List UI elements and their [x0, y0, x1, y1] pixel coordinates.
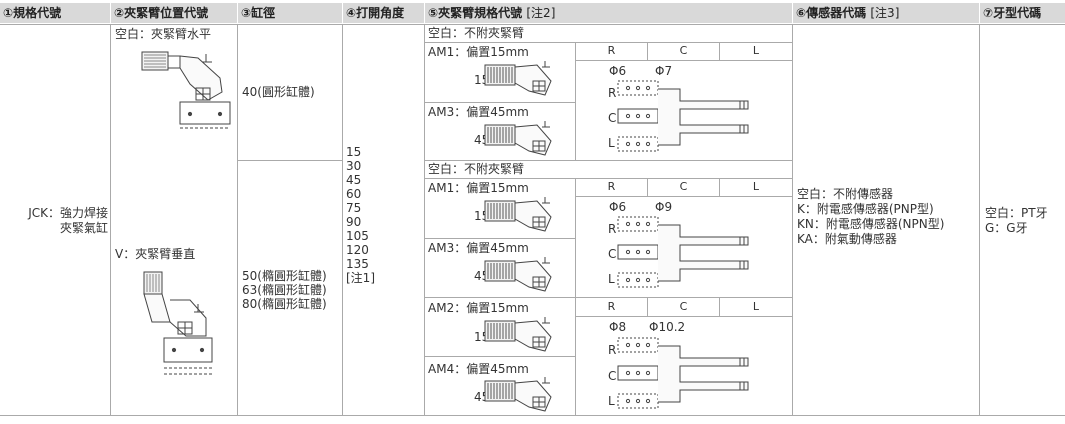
pos-r: R [608, 222, 617, 236]
arm-opt2-label: AM3：偏置45mm [428, 105, 529, 119]
col-r: R [607, 180, 616, 193]
arm-opt2-label: AM3：偏置45mm [428, 241, 529, 255]
header-spec-code: ①規格代號 [0, 3, 110, 23]
angle-120: 120 [346, 243, 369, 257]
bore-63: 63(橢圓形缸體) [242, 283, 327, 297]
angle-105: 105 [346, 229, 369, 243]
pos-l: L [608, 394, 615, 408]
header-arm-position: ②夾緊臂位置代號 [111, 3, 237, 23]
arm-section-3: AM2：偏置15mm AM4：偏置45mm 15 45 R C L Φ8 Φ10… [425, 298, 792, 415]
angle-75: 75 [346, 201, 362, 215]
col-c: C [679, 44, 688, 57]
sensor-kn: KN：附電感傳感器(NPN型) [797, 217, 945, 231]
arm-small-drawing-2 [484, 377, 552, 412]
arm-horizontal-label: 空白：夾緊臂水平 [115, 27, 212, 41]
angle-note: [注1] [346, 271, 375, 285]
arm-blank-label: 空白：不附夾緊臂 [428, 26, 525, 40]
bore-50: 50(橢圓形缸體) [242, 269, 327, 283]
angle-15: 15 [346, 145, 362, 159]
arm-opt2-label: AM4：偏置45mm [428, 362, 529, 376]
dim-2: Φ9 [655, 200, 673, 214]
vertical-clamp-drawing [143, 271, 213, 375]
fork-arm-drawing-1 [617, 80, 749, 152]
dim-2: Φ10.2 [649, 320, 686, 334]
arm-small-drawing-1 [484, 197, 552, 232]
dim-1: Φ6 [609, 64, 627, 78]
col-r: R [607, 300, 616, 313]
order-code-table: ①規格代號 ②夾緊臂位置代號 ③缸徑 ④打開角度 ⑤夾緊臂規格代號 [注2] ⑥… [0, 0, 1065, 424]
dim-1: Φ6 [609, 200, 627, 214]
pos-c: C [608, 369, 617, 383]
spec-code-line1: JCK：強力焊接 [28, 206, 108, 220]
col-l: L [752, 44, 760, 57]
thread-g: G：G牙 [985, 221, 1028, 235]
fork-arm-drawing-3 [617, 337, 749, 409]
angle-90: 90 [346, 215, 362, 229]
dim-1: Φ8 [609, 320, 627, 334]
arm-section-1: 空白：不附夾緊臂 AM1：偏置15mm AM3：偏置45mm 15 45 R C… [425, 25, 792, 160]
arm-opt1-label: AM2：偏置15mm [428, 301, 529, 315]
dim-2: Φ7 [655, 64, 673, 78]
angle-60: 60 [346, 187, 362, 201]
angle-30: 30 [346, 159, 362, 173]
col-l: L [752, 300, 760, 313]
spec-code-line2: 夾緊氣缸 [59, 221, 108, 235]
sensor-none: 空白：不附傳感器 [797, 187, 894, 201]
bore-80: 80(橢圓形缸體) [242, 297, 327, 311]
header-open-angle: ④打開角度 [343, 3, 424, 23]
sensor-k: K：附電感傳感器(PNP型) [797, 202, 934, 216]
header-arm-spec: ⑤夾緊臂規格代號 [注2] [425, 3, 792, 23]
pos-c: C [608, 247, 617, 261]
col-c: C [679, 180, 688, 193]
pos-l: L [608, 136, 615, 150]
col-r: R [607, 44, 616, 57]
sensor-ka: KA：附氣動傳感器 [797, 232, 897, 246]
arm-opt1-label: AM1：偏置15mm [428, 45, 529, 59]
arm-small-drawing-1 [484, 317, 552, 352]
arm-small-drawing-2 [484, 121, 552, 156]
angle-135: 135 [346, 257, 369, 271]
header-thread: ⑦牙型代碼 [980, 3, 1065, 23]
col-c: C [679, 300, 688, 313]
arm-vertical-label: V：夾緊臂垂直 [115, 247, 196, 261]
horizontal-clamp-drawing [141, 51, 231, 129]
bore-40: 40(圓形缸體) [242, 85, 315, 99]
pos-c: C [608, 111, 617, 125]
arm-small-drawing-1 [484, 61, 552, 96]
header-bore: ③缸徑 [238, 3, 342, 23]
pos-r: R [608, 343, 617, 357]
header-sensor: ⑥傳感器代碼 [注3] [793, 3, 979, 23]
arm-small-drawing-2 [484, 257, 552, 292]
thread-pt: 空白：PT牙 [985, 206, 1048, 220]
pos-l: L [608, 272, 615, 286]
pos-r: R [608, 86, 617, 100]
fork-arm-drawing-2 [617, 216, 749, 288]
angle-45: 45 [346, 173, 362, 187]
col-l: L [752, 180, 760, 193]
arm-blank-label: 空白：不附夾緊臂 [428, 162, 525, 176]
arm-opt1-label: AM1：偏置15mm [428, 181, 529, 195]
arm-section-2: 空白：不附夾緊臂 AM1：偏置15mm AM3：偏置45mm 15 45 R C… [425, 161, 792, 297]
